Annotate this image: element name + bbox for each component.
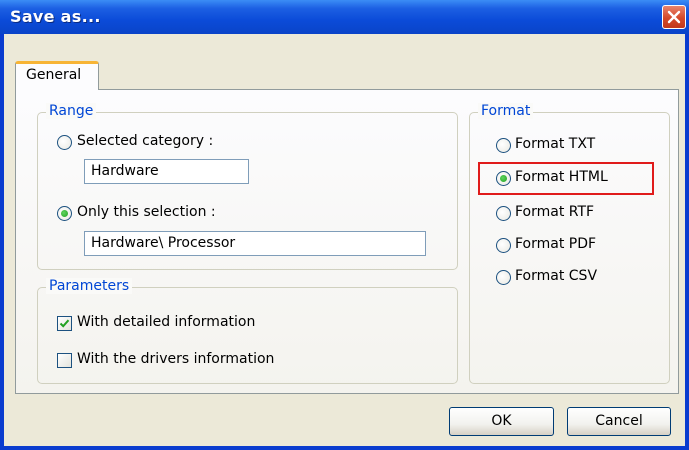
checkmark-icon — [59, 319, 70, 328]
window-frame-bottom — [0, 446, 689, 450]
close-icon — [667, 10, 681, 24]
only-this-selection-label[interactable]: Only this selection : — [77, 204, 216, 220]
parameters-group: Parameters — [37, 278, 458, 384]
drivers-info-checkbox[interactable] — [57, 353, 72, 368]
save-as-dialog: Save as... General Range Selected catego… — [0, 0, 689, 450]
selected-category-field[interactable]: Hardware — [84, 159, 249, 184]
format-pdf-radio[interactable] — [496, 238, 511, 253]
selected-category-radio[interactable] — [57, 135, 72, 150]
format-pdf-label[interactable]: Format PDF — [515, 236, 596, 252]
format-csv-radio[interactable] — [496, 270, 511, 285]
only-this-selection-radio[interactable] — [57, 206, 72, 221]
format-rtf-label[interactable]: Format RTF — [515, 204, 594, 220]
cancel-button[interactable]: Cancel — [567, 407, 671, 436]
window-title: Save as... — [10, 7, 101, 26]
format-rtf-radio[interactable] — [496, 206, 511, 221]
parameters-legend: Parameters — [46, 278, 133, 294]
format-html-highlight — [478, 162, 654, 195]
format-csv-label[interactable]: Format CSV — [515, 268, 597, 284]
detailed-info-label[interactable]: With detailed information — [77, 314, 255, 330]
format-txt-radio[interactable] — [496, 138, 511, 153]
detailed-info-checkbox[interactable] — [57, 316, 72, 331]
tab-panel-general: Range Selected category : Hardware Only … — [15, 89, 679, 394]
format-legend: Format — [478, 103, 534, 119]
tab-general-label: General — [26, 67, 82, 83]
only-this-selection-field[interactable]: Hardware\ Processor — [84, 231, 426, 256]
range-legend: Range — [46, 103, 97, 119]
window-frame-right — [685, 34, 689, 450]
close-button[interactable] — [662, 5, 686, 29]
drivers-info-label[interactable]: With the drivers information — [77, 351, 274, 367]
ok-button[interactable]: OK — [449, 407, 554, 436]
selected-category-label[interactable]: Selected category : — [77, 133, 213, 149]
tab-general[interactable]: General — [15, 61, 99, 90]
title-bar[interactable]: Save as... — [0, 0, 689, 34]
format-txt-label[interactable]: Format TXT — [515, 136, 595, 152]
